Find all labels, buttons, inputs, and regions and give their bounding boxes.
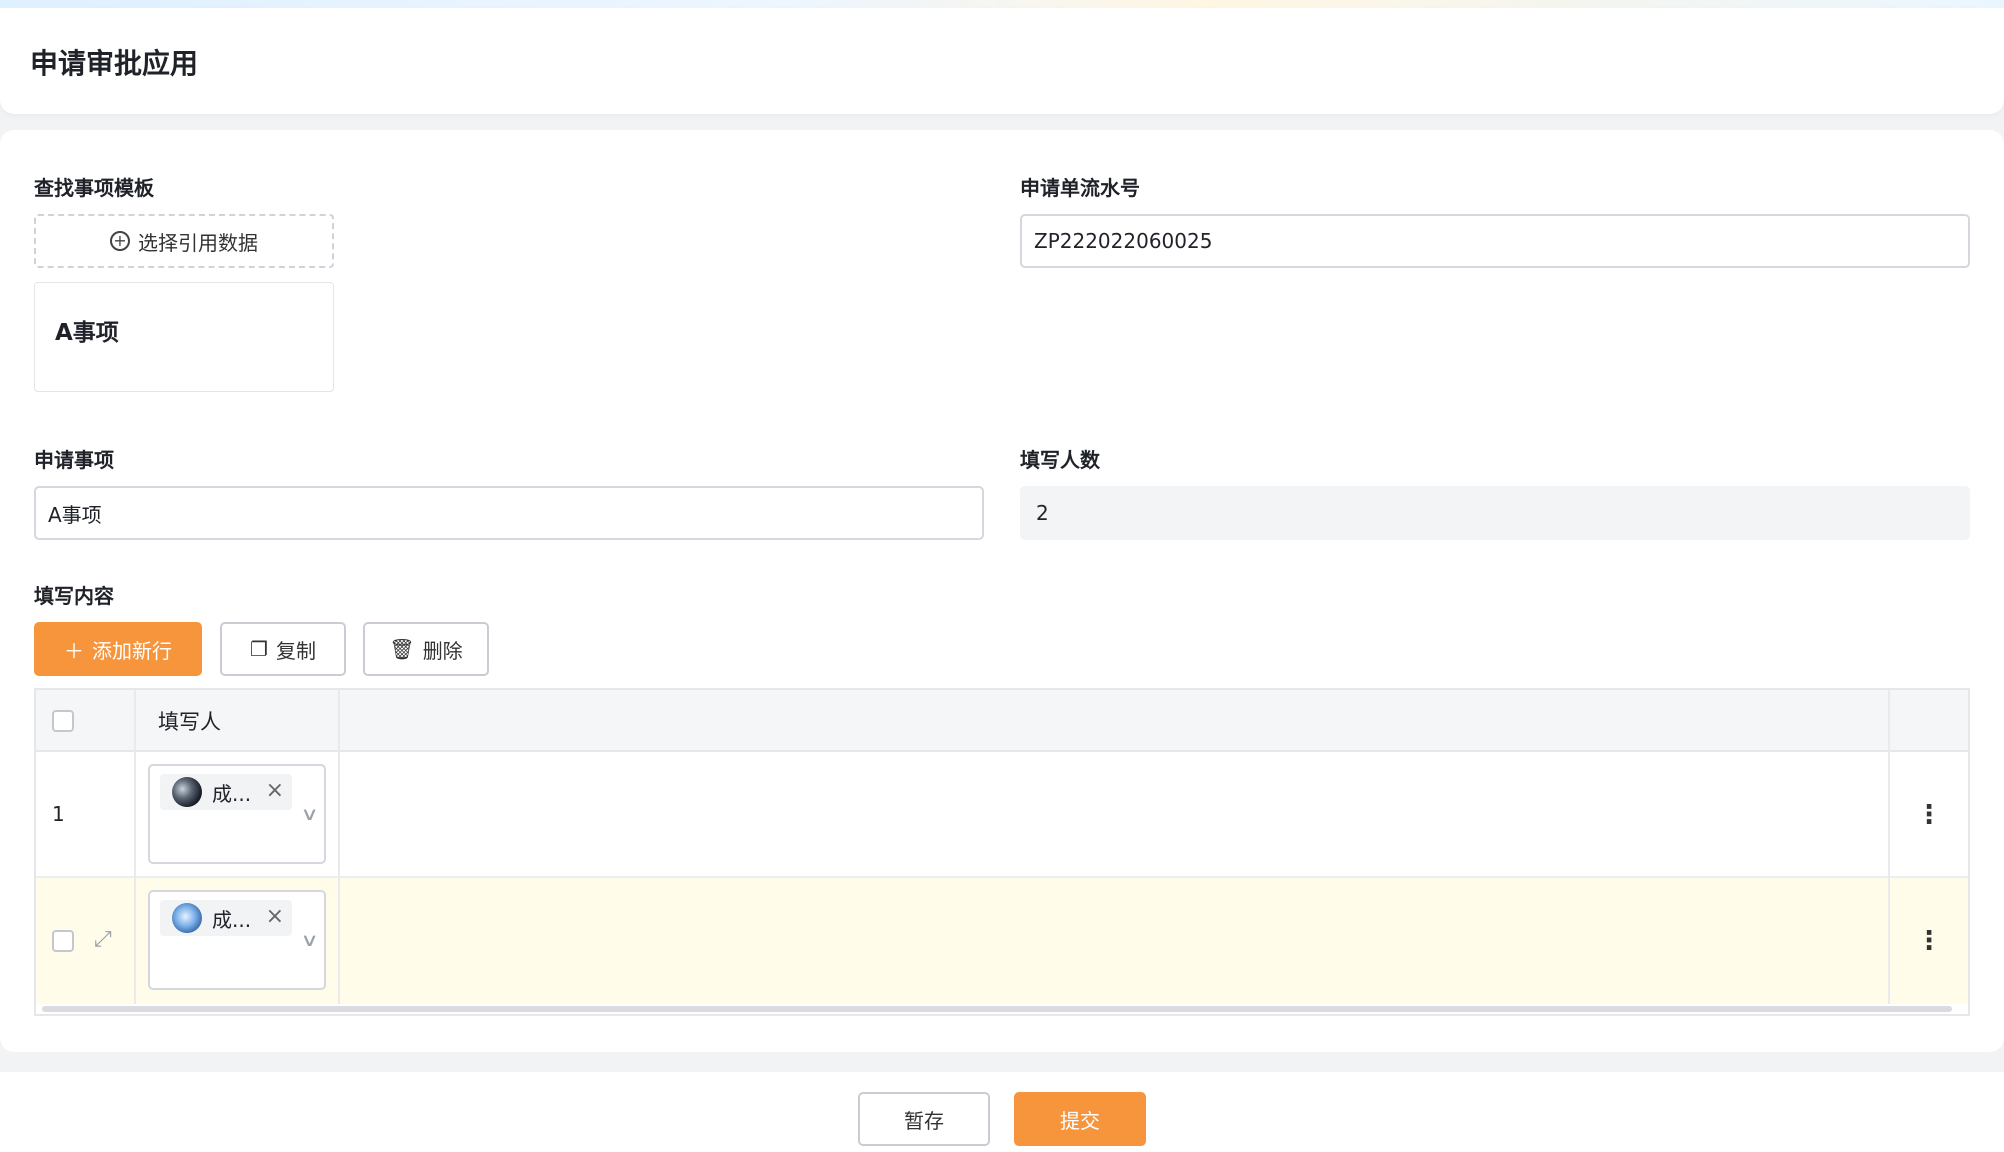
template-label: 查找事项模板 bbox=[34, 176, 154, 200]
more-vertical-icon[interactable]: ⋮ bbox=[1916, 928, 1942, 954]
person-select[interactable]: 成... × ∨ bbox=[148, 764, 326, 864]
apply-item-field[interactable]: A事项 bbox=[34, 486, 984, 540]
close-icon[interactable]: × bbox=[266, 778, 284, 803]
select-all-checkbox[interactable] bbox=[52, 710, 74, 732]
top-gradient-strip bbox=[0, 0, 2004, 8]
select-reference-label: 选择引用数据 bbox=[138, 230, 258, 255]
save-draft-label: 暂存 bbox=[904, 1108, 944, 1133]
footer-bar bbox=[0, 1072, 2004, 1152]
selected-template-card[interactable]: A事项 bbox=[34, 282, 334, 392]
fill-count-field: 2 bbox=[1020, 486, 1970, 540]
delete-label: 删除 bbox=[422, 638, 463, 663]
save-draft-button[interactable]: 暂存 bbox=[858, 1092, 990, 1146]
plus-circle-icon: + bbox=[110, 231, 130, 251]
chevron-down-icon: ∨ bbox=[300, 930, 319, 951]
content-label: 填写内容 bbox=[34, 584, 114, 608]
person-name: 成... bbox=[212, 907, 252, 932]
column-divider bbox=[1888, 690, 1890, 1004]
fill-content-table: 填写人 1 成... × ∨ ⋮ ⤢ 成... × ∨ ⋮ bbox=[34, 688, 1970, 1016]
copy-button[interactable]: ❐ 复制 bbox=[220, 622, 346, 676]
plus-icon: ＋ bbox=[64, 638, 84, 663]
submit-label: 提交 bbox=[1060, 1108, 1100, 1133]
horizontal-scrollbar[interactable] bbox=[42, 1006, 1952, 1012]
selected-template-text: A事项 bbox=[55, 320, 119, 346]
table-row: ⤢ 成... × ∨ ⋮ bbox=[36, 878, 1968, 1004]
person-tag: 成... × bbox=[160, 900, 292, 936]
avatar bbox=[172, 777, 202, 807]
fill-count-value: 2 bbox=[1036, 501, 1049, 525]
page-title: 申请审批应用 bbox=[30, 47, 199, 80]
table-row: 1 成... × ∨ ⋮ bbox=[36, 752, 1968, 878]
person-name: 成... bbox=[212, 781, 252, 806]
row-index: 1 bbox=[52, 802, 65, 826]
person-tag: 成... × bbox=[160, 774, 292, 810]
apply-item-value: A事项 bbox=[48, 502, 102, 527]
item-label: 申请事项 bbox=[34, 448, 114, 472]
expand-icon[interactable]: ⤢ bbox=[94, 927, 112, 952]
chevron-down-icon: ∨ bbox=[300, 804, 319, 825]
more-vertical-icon[interactable]: ⋮ bbox=[1916, 802, 1942, 828]
column-header-filler: 填写人 bbox=[158, 710, 221, 734]
copy-label: 复制 bbox=[275, 638, 316, 663]
person-select[interactable]: 成... × ∨ bbox=[148, 890, 326, 990]
table-header: 填写人 bbox=[36, 690, 1968, 752]
avatar bbox=[172, 903, 202, 933]
trash-icon: 🗑 bbox=[389, 637, 415, 661]
select-reference-button[interactable]: + 选择引用数据 bbox=[34, 214, 334, 268]
count-label: 填写人数 bbox=[1020, 448, 1100, 472]
column-divider bbox=[134, 690, 136, 1004]
add-row-label: 添加新行 bbox=[92, 638, 172, 663]
page-header: 申请审批应用 bbox=[0, 8, 2004, 114]
add-row-button[interactable]: ＋ 添加新行 bbox=[34, 622, 202, 676]
serial-number-field[interactable]: ZP222022060025 bbox=[1020, 214, 1970, 268]
serial-number-value: ZP222022060025 bbox=[1034, 229, 1213, 253]
row-checkbox[interactable] bbox=[52, 930, 74, 952]
serial-label: 申请单流水号 bbox=[1020, 176, 1140, 200]
column-divider bbox=[338, 690, 340, 1004]
submit-button[interactable]: 提交 bbox=[1014, 1092, 1146, 1146]
delete-button[interactable]: 🗑 删除 bbox=[363, 622, 489, 676]
close-icon[interactable]: × bbox=[266, 904, 284, 929]
copy-icon: ❐ bbox=[250, 637, 268, 661]
